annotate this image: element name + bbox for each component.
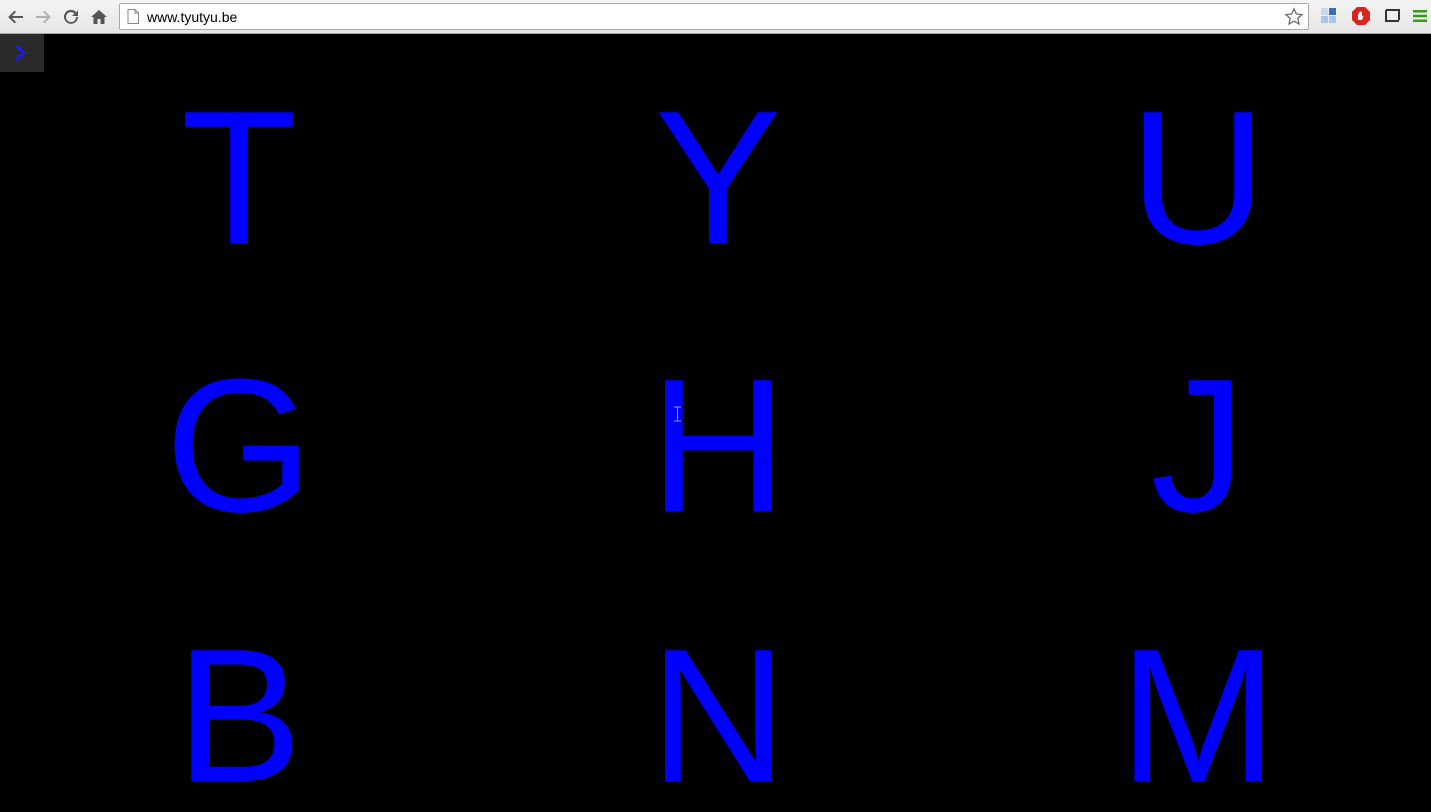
cast-extension-button[interactable] xyxy=(1383,6,1403,26)
address-bar[interactable]: www.tyutyu.be xyxy=(119,3,1309,30)
bookmark-star-icon[interactable] xyxy=(1284,7,1304,27)
apps-extension-button[interactable] xyxy=(1319,6,1339,26)
page-content: T Y U G H J B N M xyxy=(0,34,1431,812)
reload-button[interactable] xyxy=(59,5,83,29)
key-h[interactable]: H xyxy=(578,351,858,541)
adblock-hand-icon xyxy=(1352,7,1370,25)
back-arrow-icon xyxy=(8,10,23,24)
page-icon xyxy=(127,9,139,24)
cast-icon xyxy=(1385,9,1400,22)
home-icon xyxy=(91,10,107,24)
menu-toggle-button[interactable] xyxy=(0,34,44,72)
adblock-extension-button[interactable] xyxy=(1351,6,1371,26)
browser-toolbar: www.tyutyu.be xyxy=(0,0,1431,34)
apps-grid-icon xyxy=(1321,8,1336,23)
key-u[interactable]: U xyxy=(1058,83,1338,273)
key-t[interactable]: T xyxy=(99,83,379,273)
browser-menu-button[interactable] xyxy=(1410,6,1430,26)
forward-arrow-icon xyxy=(36,10,51,24)
key-b[interactable]: B xyxy=(99,621,379,811)
back-button[interactable] xyxy=(4,5,28,29)
text-cursor-icon xyxy=(674,406,681,422)
hamburger-menu-icon xyxy=(1413,10,1427,22)
url-text[interactable]: www.tyutyu.be xyxy=(147,9,237,25)
key-m[interactable]: M xyxy=(1058,621,1338,811)
key-g[interactable]: G xyxy=(99,351,379,541)
forward-button[interactable] xyxy=(31,5,55,29)
home-button[interactable] xyxy=(87,5,111,29)
chevron-right-icon xyxy=(15,45,26,61)
key-n[interactable]: N xyxy=(578,621,858,811)
reload-icon xyxy=(64,9,78,24)
key-j[interactable]: J xyxy=(1058,351,1338,541)
key-y[interactable]: Y xyxy=(578,83,858,273)
